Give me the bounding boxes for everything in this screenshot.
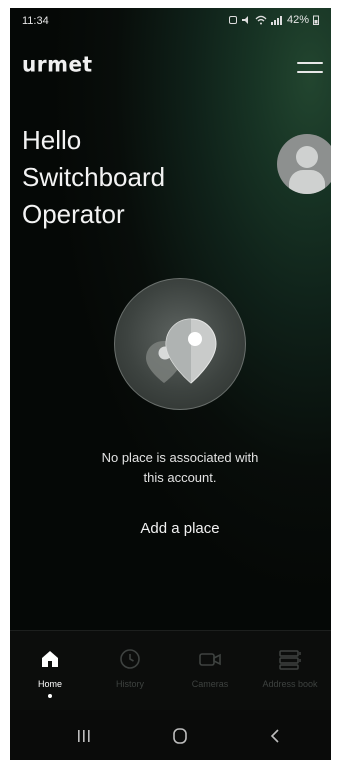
tab-label: Address book bbox=[262, 679, 318, 689]
empty-state-line: this account. bbox=[143, 470, 217, 485]
home-nav-icon[interactable] bbox=[168, 728, 192, 744]
hamburger-icon-bar bbox=[297, 71, 323, 73]
tab-cameras[interactable]: Cameras bbox=[170, 631, 250, 711]
places-illustration bbox=[114, 278, 246, 410]
app-window: 11:34 42% urmet Hello Switchboard Operat… bbox=[10, 8, 331, 760]
greeting-line: Hello bbox=[22, 125, 82, 155]
tab-label: History bbox=[115, 679, 144, 689]
notification-icon bbox=[228, 16, 237, 24]
system-navigation-bar bbox=[10, 710, 331, 760]
status-time: 11:34 bbox=[22, 15, 49, 27]
tab-label: Home bbox=[37, 679, 62, 689]
address-book-icon bbox=[279, 650, 301, 670]
greeting-line: Operator bbox=[22, 199, 125, 229]
status-icons: 42% bbox=[228, 14, 319, 26]
greeting-title: Hello Switchboard Operator bbox=[22, 122, 165, 233]
active-indicator bbox=[48, 694, 52, 698]
tab-address-book[interactable]: Address book bbox=[250, 631, 330, 711]
home-screen: 11:34 42% urmet Hello Switchboard Operat… bbox=[10, 8, 331, 630]
avatar-icon bbox=[296, 146, 318, 168]
status-bar: 11:34 42% bbox=[10, 8, 331, 32]
mute-icon bbox=[241, 16, 248, 24]
urmet-logo: urmet bbox=[22, 51, 93, 77]
clock-icon bbox=[120, 649, 140, 669]
bottom-tab-bar: Home History Cameras Address book bbox=[10, 630, 331, 710]
greeting-line: Switchboard bbox=[22, 162, 166, 192]
signal-icon bbox=[270, 16, 282, 25]
battery-level: 42% bbox=[286, 14, 309, 26]
empty-state-message: No place is associated with this account… bbox=[50, 448, 310, 488]
location-pin-icon bbox=[146, 318, 217, 384]
empty-state-line: No place is associated with bbox=[101, 450, 259, 465]
battery-icon bbox=[313, 15, 319, 25]
camera-icon bbox=[199, 653, 221, 666]
tab-home[interactable]: Home bbox=[10, 631, 90, 711]
tab-history[interactable]: History bbox=[90, 631, 170, 711]
home-icon bbox=[42, 651, 58, 667]
recent-apps-icon[interactable] bbox=[72, 728, 96, 744]
wifi-icon bbox=[255, 15, 267, 25]
menu-button[interactable] bbox=[297, 60, 323, 76]
hamburger-icon-bar bbox=[297, 62, 323, 64]
add-place-link[interactable]: Add a place bbox=[110, 520, 250, 537]
avatar-button[interactable] bbox=[277, 134, 331, 194]
back-icon[interactable] bbox=[264, 728, 288, 744]
tab-label: Cameras bbox=[191, 679, 229, 689]
